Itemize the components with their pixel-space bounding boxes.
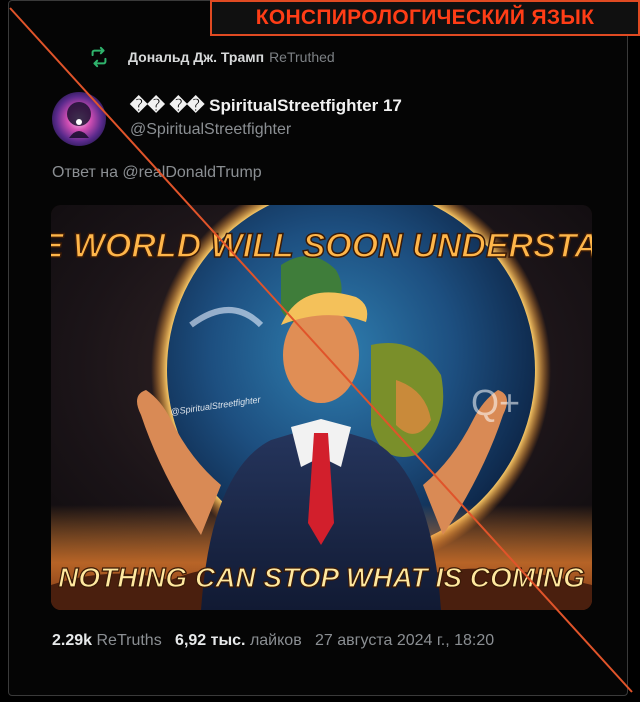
retruths-label[interactable]: ReTruths [97, 632, 162, 649]
retruth-icon [91, 46, 107, 68]
likes-count[interactable]: 6,92 тыс. [175, 632, 245, 649]
retruther-name[interactable]: Дональд Дж. Трамп [128, 49, 264, 65]
label-banner: КОНСПИРОЛОГИЧЕСКИЙ ЯЗЫК [210, 0, 640, 36]
author-display-name[interactable]: �� �� SpiritualStreetfighter 17 [130, 96, 402, 116]
retruth-indicator[interactable]: Дональд Дж. Трамп ReTruthed [88, 46, 335, 68]
avatar[interactable] [52, 92, 106, 146]
q-mark: Q+ [471, 382, 520, 423]
retruths-count[interactable]: 2.29k [52, 632, 92, 649]
post-timestamp[interactable]: 27 августа 2024 г., 18:20 [315, 632, 494, 649]
image-top-text: THE WORLD WILL SOON UNDERSTAND [51, 227, 592, 265]
reply-to-line[interactable]: Ответ на @realDonaldTrump [52, 164, 262, 182]
retruthed-label: ReTruthed [269, 49, 335, 65]
likes-label[interactable]: лайков [250, 632, 302, 649]
post-image[interactable]: THE WORLD WILL SOON UNDERSTAND NOTHING C… [51, 205, 592, 610]
post-stats: 2.29k ReTruths 6,92 тыс. лайков 27 авгус… [52, 632, 494, 650]
author-handle[interactable]: @SpiritualStreetfighter [130, 121, 291, 139]
image-bottom-text: NOTHING CAN STOP WHAT IS COMING [58, 562, 585, 593]
